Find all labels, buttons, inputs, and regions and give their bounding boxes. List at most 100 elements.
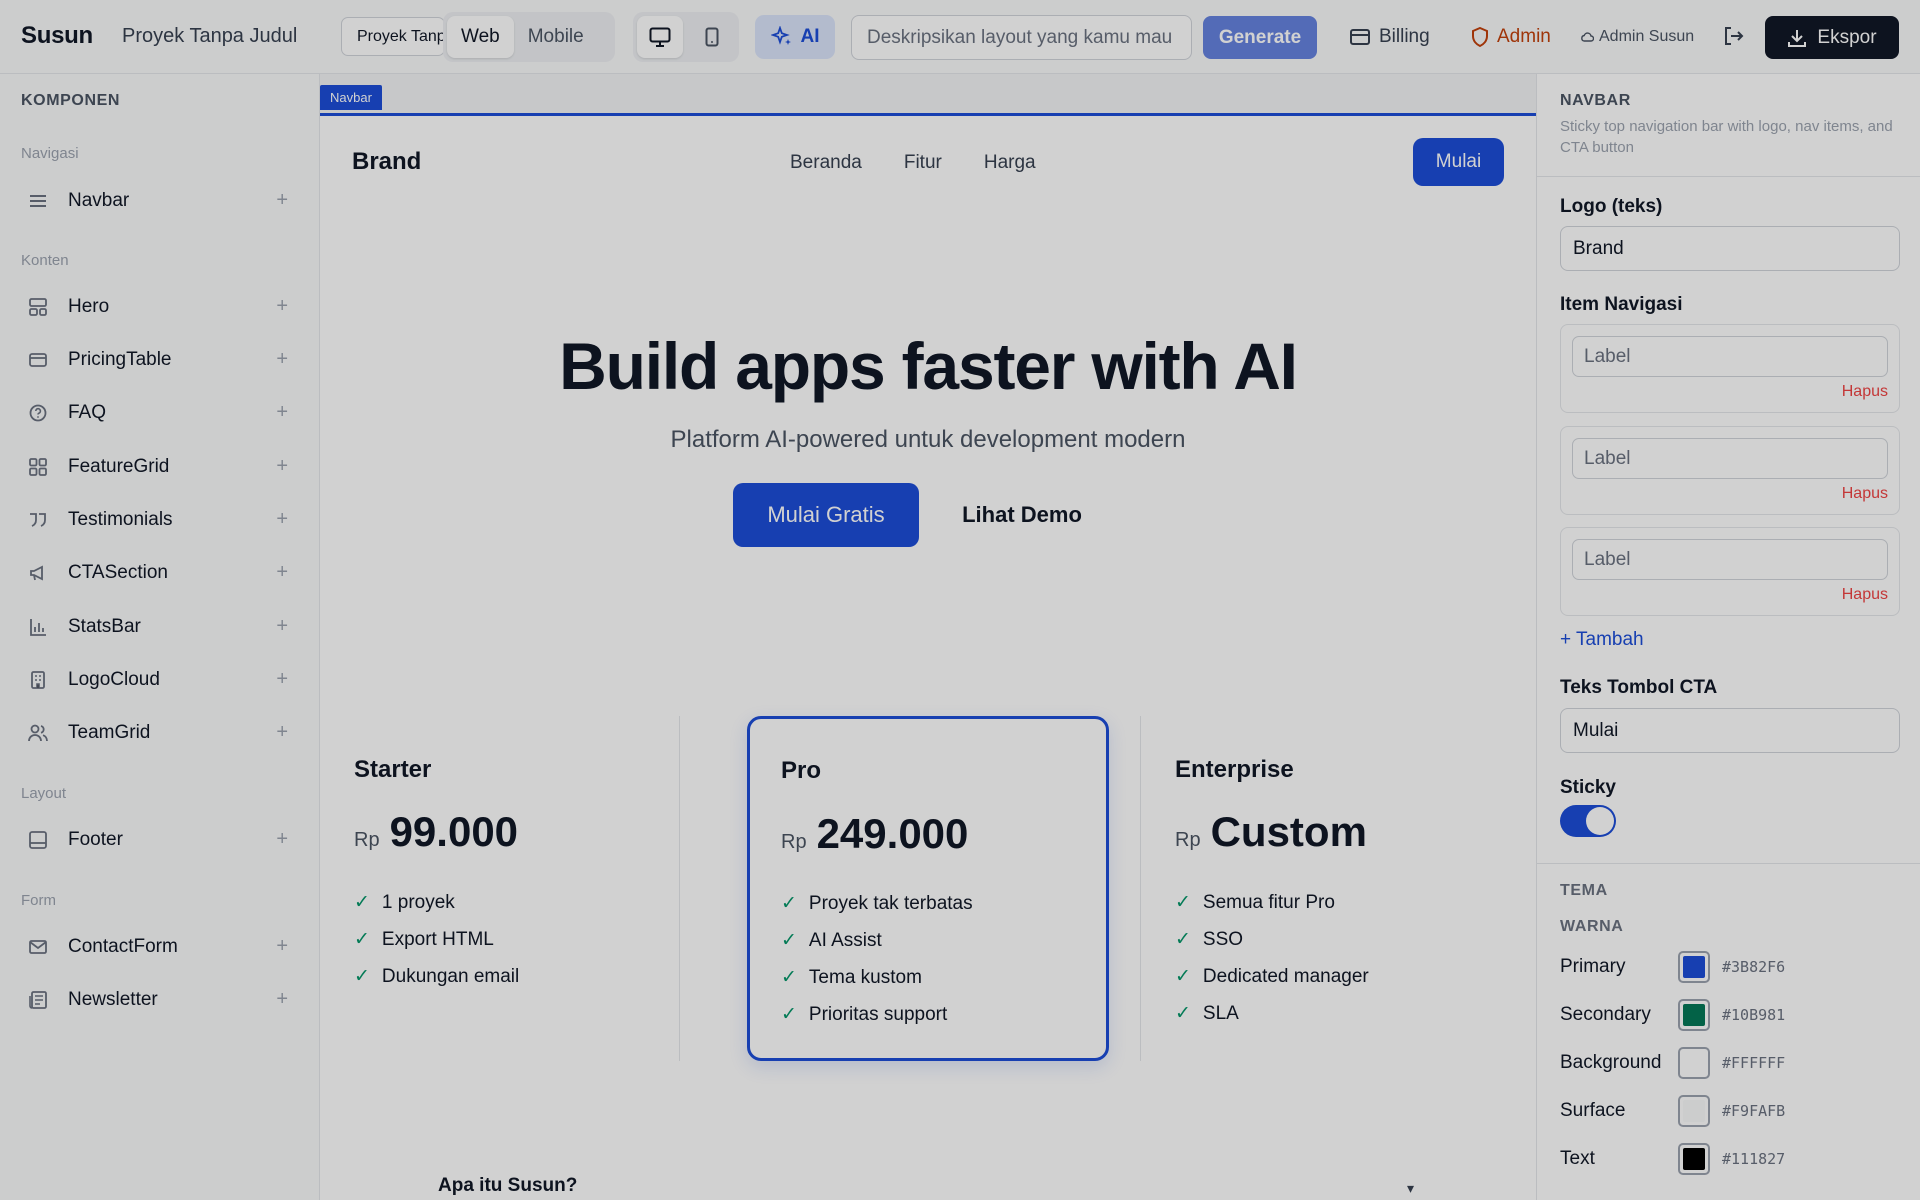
add-icon[interactable]: + [276,722,288,742]
mode-web-button[interactable]: Web [447,16,514,58]
preview-navbar-brand[interactable]: Brand [352,148,421,176]
color-swatch[interactable] [1678,1095,1710,1127]
mode-mobile-button[interactable]: Mobile [514,16,598,58]
sidebar-item-statsbar[interactable]: StatsBar + [14,605,304,649]
sidebar-item-faq[interactable]: FAQ + [14,391,304,435]
check-icon: ✓ [1175,892,1191,913]
nav-item-label-input[interactable] [1572,438,1888,479]
add-icon[interactable]: + [276,669,288,689]
sidebar-item-label: Newsletter [68,989,158,1010]
color-hex[interactable]: #10B981 [1722,1006,1785,1024]
color-swatch[interactable] [1678,1047,1710,1079]
plan-currency: Rp [354,829,380,851]
chevron-down-icon[interactable]: ▾ [1407,1180,1414,1197]
sidebar-item-contactform[interactable]: ContactForm + [14,925,304,969]
plan-features: ✓ 1 proyek ✓ Export HTML ✓ Dukungan email [354,884,519,995]
check-icon: ✓ [781,967,797,988]
sidebar-item-ctasection[interactable]: CTASection + [14,551,304,595]
sidebar-item-logocloud[interactable]: LogoCloud + [14,658,304,702]
nav-item-editor: Hapus [1560,426,1900,515]
add-icon[interactable]: + [276,190,288,210]
add-icon[interactable]: + [276,989,288,1009]
platform-toggle: Web Mobile [443,12,615,62]
plan-price: Rp Custom [1175,808,1367,856]
sidebar-item-pricingtable[interactable]: PricingTable + [14,338,304,382]
export-button[interactable]: Ekspor [1765,16,1899,59]
sidebar-item-footer[interactable]: Footer + [14,818,304,862]
nav-item-label-input[interactable] [1572,336,1888,377]
check-icon: ✓ [781,893,797,914]
pricing-card-enterprise[interactable]: Enterprise Rp Custom ✓ Semua fitur Pro ✓ S… [1140,716,1500,1061]
color-name: Secondary [1560,1004,1651,1025]
hero-subtitle[interactable]: Platform AI-powered untuk development mo… [320,426,1536,454]
editor-canvas: Navbar Brand Beranda Fitur Harga Mulai B… [320,74,1536,1200]
hero-title[interactable]: Build apps faster with AI [320,328,1536,404]
desktop-icon [649,27,671,47]
add-icon[interactable]: + [276,616,288,636]
add-icon[interactable]: + [276,296,288,316]
group-label-layout: Layout [21,785,67,802]
admin-link[interactable]: Admin [1471,26,1551,48]
preview-nav-link[interactable]: Fitur [904,152,942,174]
sidebar-item-navbar[interactable]: Navbar + [14,179,304,223]
plan-price: Rp 99.000 [354,808,518,856]
plan-feature: ✓ Semua fitur Pro [1175,891,1335,914]
sidebar-item-featuregrid[interactable]: FeatureGrid + [14,445,304,489]
sticky-toggle[interactable] [1560,805,1616,837]
hero-primary-button[interactable]: Mulai Gratis [733,483,919,547]
add-icon[interactable]: + [276,562,288,582]
add-icon[interactable]: + [276,402,288,422]
color-hex[interactable]: #FFFFFF [1722,1054,1785,1072]
add-icon[interactable]: + [276,509,288,529]
nav-item-label-input[interactable] [1572,539,1888,580]
hero-secondary-button[interactable]: Lihat Demo [933,483,1111,547]
delete-nav-item-button[interactable]: Hapus [1842,586,1888,604]
plan-features: ✓ Proyek tak terbatas ✓ AI Assist ✓ Tema ku… [781,885,973,1033]
layout-icon [26,295,50,319]
logout-button[interactable] [1722,25,1744,52]
sidebar-item-newsletter[interactable]: Newsletter + [14,978,304,1022]
color-swatch[interactable] [1678,951,1710,983]
delete-nav-item-button[interactable]: Hapus [1842,485,1888,503]
user-menu[interactable]: Admin Susun [1580,28,1694,46]
add-icon[interactable]: + [276,936,288,956]
mobile-icon [705,27,719,47]
color-row-surface: Surface #F9FAFB [1560,1093,1900,1129]
color-swatch[interactable] [1678,1143,1710,1175]
sidebar-item-teamgrid[interactable]: TeamGrid + [14,711,304,755]
sidebar-item-label: FeatureGrid [68,456,170,477]
sidebar-heading: KOMPONEN [21,92,121,109]
color-hex[interactable]: #F9FAFB [1722,1102,1785,1120]
desktop-view-button[interactable] [637,16,683,58]
sidebar-item-testimonials[interactable]: Testimonials + [14,498,304,542]
billing-link[interactable]: Billing [1350,26,1430,48]
color-hex[interactable]: #111827 [1722,1150,1785,1168]
preview-navbar-cta[interactable]: Mulai [1413,138,1504,186]
add-icon[interactable]: + [276,456,288,476]
preview-nav-link[interactable]: Beranda [790,152,862,174]
color-hex[interactable]: #3B82F6 [1722,958,1785,976]
color-name: Background [1560,1052,1662,1073]
color-swatch[interactable] [1678,999,1710,1031]
delete-nav-item-button[interactable]: Hapus [1842,383,1888,401]
pricing-card-pro[interactable]: Pro Rp 249.000 ✓ Proyek tak terbatas ✓ AI … [747,716,1109,1061]
ai-button[interactable]: AI [755,15,835,59]
generate-button[interactable]: Generate [1203,16,1317,59]
cta-text-input[interactable] [1560,708,1900,753]
mobile-view-button[interactable] [689,16,735,58]
panel-description: Sticky top navigation bar with logo, nav… [1560,118,1893,156]
add-icon[interactable]: + [276,829,288,849]
pricing-card-starter[interactable]: Starter Rp 99.000 ✓ 1 proyek ✓ Export HTML… [320,716,680,1061]
ai-prompt-input[interactable] [851,15,1192,60]
preview-nav-link[interactable]: Harga [984,152,1036,174]
sticky-label: Sticky [1560,777,1616,798]
nav-items-label: Item Navigasi [1560,294,1683,315]
project-tab[interactable]: Proyek Tanpa Judul [341,17,445,56]
logo-text-input[interactable] [1560,226,1900,271]
add-icon[interactable]: + [276,349,288,369]
add-nav-item-button[interactable]: + Tambah [1560,629,1644,651]
project-title[interactable]: Proyek Tanpa Judul [122,25,297,48]
cta-field-label: Teks Tombol CTA [1560,677,1718,698]
faq-question[interactable]: Apa itu Susun? [438,1175,577,1197]
sidebar-item-hero[interactable]: Hero + [14,285,304,329]
